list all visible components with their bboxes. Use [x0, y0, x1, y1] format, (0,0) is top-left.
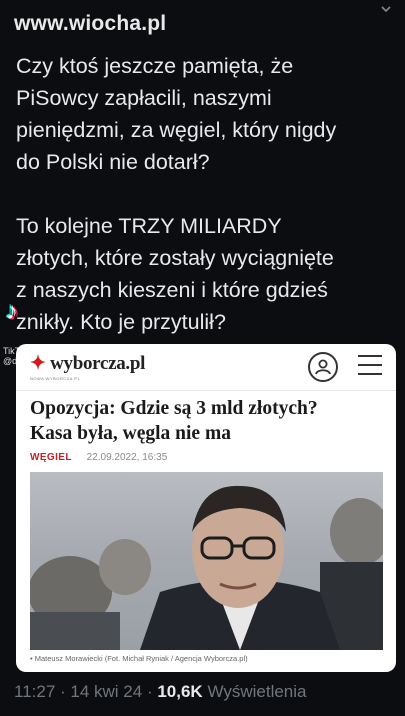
photo-illustration [30, 485, 383, 650]
tweet-paragraph-2: To kolejne TRZY MILIARDY złotych, które … [16, 214, 334, 334]
chevron-down-icon[interactable] [381, 4, 391, 14]
article-header: ✦ wyborcza.pl NOWA WYBORCZA.PL [16, 344, 396, 391]
headline-line-1: Opozycja: Gdzie są 3 mld złotych? [30, 398, 318, 419]
tweet-text: Czy ktoś jeszcze pamięta, że PiSowcy zap… [16, 50, 396, 338]
tiktok-logo-icon: ♪ [6, 298, 18, 325]
tweet-paragraph-1: Czy ktoś jeszcze pamięta, że PiSowcy zap… [16, 54, 337, 174]
views-label: Wyświetlenia [207, 682, 307, 701]
article-card[interactable]: ✦ wyborcza.pl NOWA WYBORCZA.PL Opozycja:… [16, 344, 396, 672]
headline-line-2: Kasa była, węgla nie ma [30, 423, 231, 444]
article-meta: WĘGIEL 22.09.2022, 16:35 [30, 452, 167, 463]
section-tag[interactable]: WĘGIEL [30, 452, 72, 463]
user-icon [315, 359, 331, 375]
hamburger-menu-icon[interactable] [358, 355, 382, 375]
post-time[interactable]: 11:27 [14, 682, 55, 701]
account-button[interactable] [308, 352, 338, 382]
photo-caption: • Mateusz Morawiecki (Fot. Michał Ryniak… [30, 654, 248, 663]
views-count: 10,6K [157, 682, 203, 701]
wyborcza-logo[interactable]: ✦ wyborcza.pl NOWA WYBORCZA.PL [30, 352, 145, 381]
tweet-footer: 11:27 · 14 kwi 24 · 10,6K Wyświetlenia [14, 682, 306, 702]
watermark: www.wiocha.pl [14, 12, 167, 35]
logo-mark: ✦ [30, 353, 46, 374]
post-date[interactable]: 14 kwi 24 [70, 682, 142, 701]
footer-separator-2: · [142, 682, 158, 701]
article-date: 22.09.2022, 16:35 [86, 452, 168, 463]
footer-separator: · [55, 682, 71, 701]
logo-subtitle: NOWA WYBORCZA.PL [30, 376, 81, 381]
article-photo [30, 472, 383, 650]
logo-text: wyborcza.pl [50, 353, 146, 374]
article-headline[interactable]: Opozycja: Gdzie są 3 mld złotych? Kasa b… [30, 396, 380, 446]
